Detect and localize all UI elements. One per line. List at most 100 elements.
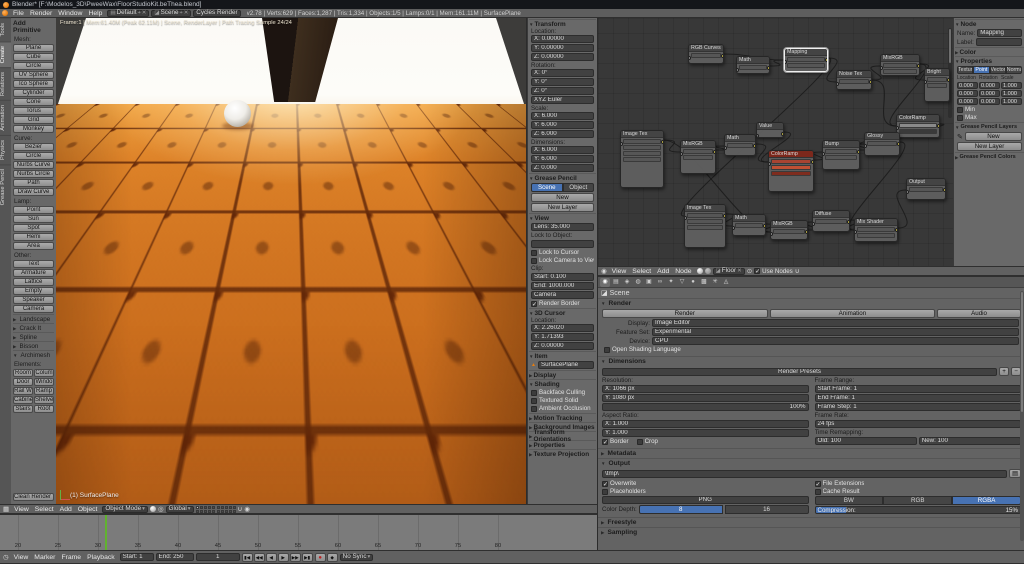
audio-button[interactable]: Audio — [937, 309, 1021, 318]
add-hemi-button[interactable]: Hemi — [13, 233, 54, 241]
display-dropdown[interactable]: Image Editor — [652, 319, 1019, 327]
node-menu-node[interactable]: Node — [672, 268, 694, 275]
lock-object-field[interactable] — [531, 240, 594, 248]
depth-8-button[interactable]: 8 — [639, 505, 723, 514]
clip-end-field[interactable]: End: 1000.000 — [531, 282, 594, 290]
timeline-end-field[interactable]: End: 250 — [156, 553, 194, 561]
mapping-rot-y[interactable]: 0.000 — [979, 90, 1000, 97]
material-close-icon[interactable]: ✕ — [737, 268, 742, 274]
sync-mode-dropdown[interactable]: No Sync▾ — [340, 554, 374, 561]
location-z-field[interactable]: Z: 0.00000 — [531, 53, 594, 61]
item-name-field[interactable]: SurfacePlane — [538, 361, 594, 369]
node-diffuse[interactable]: Diffuse — [812, 210, 850, 232]
main-menu-window[interactable]: Window — [55, 10, 85, 17]
timeline-menu-playback[interactable]: Playback — [84, 554, 118, 561]
add-uv-sphere-button[interactable]: UV Sphere — [13, 71, 54, 79]
node-output[interactable]: Output — [906, 178, 946, 200]
input-socket-icon[interactable] — [770, 232, 773, 236]
properties-tab-constraints-icon[interactable]: ∞ — [655, 278, 665, 287]
timeline-ruler[interactable]: 20253035404550556065707580 — [0, 514, 597, 550]
scale-x-field[interactable]: X: 6.000 — [531, 112, 594, 120]
mapping-loc-z[interactable]: 0.000 — [957, 98, 978, 105]
properties-tab-object-icon[interactable]: ▣ — [644, 278, 654, 287]
shelf-tab-tools[interactable]: Tools — [0, 18, 11, 41]
output-socket-icon[interactable] — [661, 140, 664, 144]
add-area-button[interactable]: Area — [13, 242, 54, 250]
node-mix-shader[interactable]: Mix Shader — [854, 218, 898, 242]
end-frame-field[interactable]: End Frame: 1 — [815, 394, 1022, 402]
add-spot-button[interactable]: Spot — [13, 224, 54, 232]
mapping-min-checkbox[interactable] — [957, 107, 963, 113]
location-y-field[interactable]: Y: 0.00000 — [531, 44, 594, 52]
output-socket-icon[interactable] — [805, 230, 808, 234]
node-mixrgb[interactable]: MixRGB — [770, 220, 808, 240]
aspect-y-field[interactable]: Y: 1.000 — [602, 429, 809, 437]
node-bright[interactable]: Bright — [924, 68, 950, 102]
node-bump[interactable]: Bump — [822, 140, 860, 170]
rotation-order-dropdown[interactable]: XYZ Euler — [531, 96, 594, 104]
layer-dot[interactable] — [229, 510, 232, 513]
shader-type-world-icon[interactable] — [705, 268, 711, 274]
add-circle-button[interactable]: Circle — [13, 62, 54, 70]
output-socket-icon[interactable] — [781, 132, 784, 136]
backface-culling-checkbox[interactable] — [531, 390, 537, 396]
aspect-x-field[interactable]: X: 1.000 — [602, 420, 809, 428]
layout-add-icon[interactable]: + — [138, 10, 141, 16]
panel-header-shading[interactable]: Shading — [529, 379, 596, 388]
add-point-button[interactable]: Point — [13, 206, 54, 214]
properties-tab-world-icon[interactable]: ◍ — [633, 278, 643, 287]
add-speaker-button[interactable]: Speaker — [13, 296, 54, 304]
node-canvas[interactable]: RGB CurvesMathMappingNoise TexMixRGBBrig… — [598, 18, 953, 266]
scene-add-icon[interactable]: + — [179, 10, 182, 16]
input-socket-icon[interactable] — [812, 222, 815, 226]
shader-type-object-icon[interactable] — [697, 268, 703, 274]
node-value[interactable]: Value — [756, 122, 784, 138]
view3d-menu-object[interactable]: Object — [75, 506, 101, 513]
file-format-dropdown[interactable]: PNG — [602, 496, 809, 504]
auto-keyframe-button[interactable]: ◆ — [327, 553, 338, 562]
node-glossy[interactable]: Glossy — [864, 132, 900, 156]
main-menu-help[interactable]: Help — [85, 10, 105, 17]
mapping-scale-x[interactable]: 1.000 — [1001, 82, 1022, 89]
dimensions-z-field[interactable]: Z: 0.000 — [531, 164, 594, 172]
panel-header-bisson[interactable]: Bisson — [13, 341, 54, 350]
remap-new-field[interactable]: New: 100 — [919, 437, 1021, 445]
add-sun-button[interactable]: Sun — [13, 215, 54, 223]
timeline-menu-marker[interactable]: Marker — [31, 554, 58, 561]
node-rgb-curves[interactable]: RGB Curves — [688, 44, 724, 64]
timeline-menu-view[interactable]: View — [11, 554, 32, 561]
layer-dot[interactable] — [233, 510, 236, 513]
scale-z-field[interactable]: Z: 6.000 — [531, 130, 594, 138]
scene-selector[interactable]: ◪ Scene + ✕ — [151, 10, 191, 17]
animation-button[interactable]: Animation — [770, 309, 936, 318]
editor-type-3d-icon[interactable]: ▦ — [3, 505, 9, 513]
timeline-menu-frame[interactable]: Frame — [58, 554, 84, 561]
shelf-tab-animation[interactable]: Animation — [0, 100, 11, 135]
rgba-button[interactable]: RGBA — [952, 496, 1021, 505]
mapping-type-normal[interactable]: Normal — [1006, 66, 1022, 74]
panel-header-gp-layers[interactable]: Grease Pencil Layers — [955, 122, 1024, 131]
resolution-x-field[interactable]: X: 1066 px — [602, 385, 809, 393]
fps-dropdown[interactable]: 24 fps — [815, 420, 1022, 428]
layout-close-icon[interactable]: ✕ — [142, 10, 147, 16]
remap-old-field[interactable]: Old: 100 — [815, 437, 917, 445]
layer-dot[interactable] — [196, 510, 199, 513]
device-dropdown[interactable]: CPU — [652, 337, 1019, 345]
properties-tab-data-icon[interactable]: ▽ — [677, 278, 687, 287]
start-frame-field[interactable]: Start Frame: 1 — [815, 385, 1022, 393]
properties-tab-material-icon[interactable]: ● — [688, 278, 698, 287]
input-socket-icon[interactable] — [732, 226, 735, 230]
layer-dot[interactable] — [212, 510, 215, 513]
archimesh-colum-button[interactable]: Colum — [34, 369, 54, 377]
shelf-tab-physics[interactable]: Physics — [0, 135, 11, 164]
node-colorramp[interactable]: ColorRamp — [768, 150, 814, 192]
rotation-y-field[interactable]: Y: 0° — [531, 78, 594, 86]
panel-header-3d-cursor[interactable]: 3D Cursor — [529, 308, 596, 317]
local-camera-field[interactable]: Camera — [531, 291, 594, 299]
mapping-loc-y[interactable]: 0.000 — [957, 90, 978, 97]
add-armature-button[interactable]: Armature — [13, 269, 54, 277]
node-label-field[interactable] — [976, 38, 1022, 46]
transport-button-2[interactable]: ◀ — [266, 553, 277, 562]
cursor-z-field[interactable]: Z: 0.00000 — [531, 342, 594, 350]
node-snap-magnet-icon[interactable]: ∪ — [795, 267, 800, 275]
